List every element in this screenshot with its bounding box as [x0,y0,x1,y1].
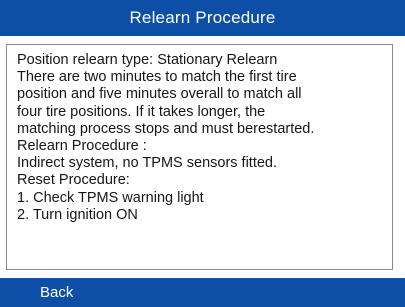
procedure-text-line: 1. Check TPMS warning light [17,189,204,206]
back-button-label: Back [40,284,74,301]
procedure-text-line: Relearn Procedure : [17,138,147,155]
procedure-text-line: Position relearn type: Stationary Relear… [17,52,278,68]
bottom-bar: Back [0,278,405,307]
procedure-text-line: position and five minutes overall to mat… [17,86,302,103]
procedure-text-line: 2. Turn ignition ON [17,206,138,223]
relearn-procedure-screen: Relearn Procedure Position relearn type:… [0,0,405,307]
procedure-text-line: matching process stops and must berestar… [17,120,315,137]
procedure-text-line: Indirect system, no TPMS sensors fitted. [17,155,278,172]
procedure-text-line: four tire positions. If it takes longer,… [17,103,266,120]
back-button[interactable]: Back [0,278,100,307]
procedure-text-line: There are two minutes to match the first… [17,69,297,86]
title-bar: Relearn Procedure [0,0,405,36]
procedure-text-line: Reset Procedure: [17,172,130,189]
procedure-text-panel: Position relearn type: Stationary Relear… [6,44,393,270]
page-title: Relearn Procedure [129,8,276,27]
scrollbar[interactable] [397,44,401,270]
